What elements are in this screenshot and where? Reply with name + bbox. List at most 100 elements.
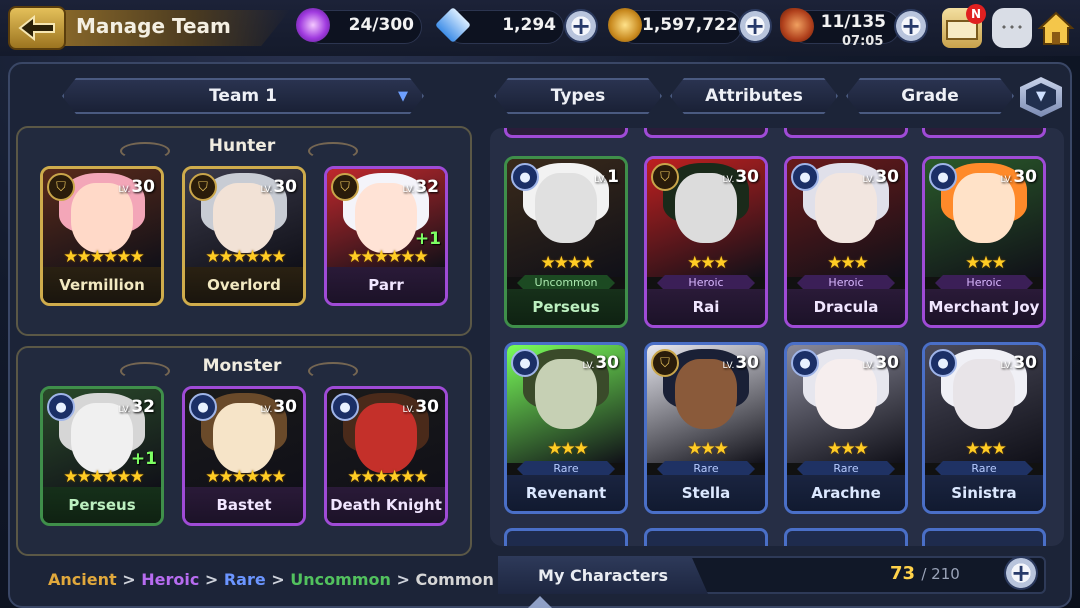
shield-icon: ⛉ [189,173,217,201]
level-value: 30 [1013,167,1037,187]
character-list-item[interactable]: ⛉ LV.30 ★★★ Heroic Rai [644,156,768,328]
filter-types-button[interactable]: Types [494,78,662,114]
add-gold-button[interactable]: + [738,9,772,43]
orb-icon: ● [47,393,75,421]
character-level: LV.1 [594,167,619,187]
character-list-item[interactable]: ● LV.30 ★★★ Rare Sinistra [922,342,1046,514]
character-list[interactable]: ● LV.1 ★★★★ Uncommon Perseus ⛉ LV.30 ★★★ Heroic R… [490,128,1064,546]
star-rating: ★★★ [965,253,1007,273]
meat-icon [780,8,814,42]
character-name: Arachne [787,475,905,511]
character-name: Perseus [507,289,625,325]
level-value: 30 [875,353,899,373]
level-value: 30 [875,167,899,187]
add-crystal-button[interactable]: + [564,9,598,43]
group-title: Hunter [208,136,276,156]
star-rating: ★★★ [827,439,869,459]
character-name: Death Knight [327,487,445,523]
level-prefix: LV. [722,175,735,185]
legend-separator: > [122,570,136,589]
character-list-item[interactable]: ⛉ LV.30 ★★★ Rare Stella [644,342,768,514]
team-slot[interactable]: ⛉ LV.30 ★★★★★★ Vermillion [40,166,164,306]
character-list-item[interactable]: ● LV.30 ★★★ Heroic Dracula [784,156,908,328]
team-slot[interactable]: ⛉ LV.32 +1 ★★★★★★ Parr [324,166,448,306]
grade-legend: Ancient > Heroic > Rare > Uncommon > Com… [48,570,494,589]
character-level: LV.30 [722,353,759,373]
back-button[interactable] [8,6,66,50]
level-prefix: LV. [260,405,273,415]
back-arrow-icon [18,15,55,41]
level-prefix: LV. [722,361,735,371]
level-prefix: LV. [862,361,875,371]
scroll-up-indicator [528,596,552,608]
meat-value: 11/135 [820,12,886,32]
filter-attributes-button[interactable]: Attributes [670,78,838,114]
legend-separator: > [271,570,285,589]
character-list-item[interactable]: ● LV.30 ★★★ Rare Revenant [504,342,628,514]
character-list-item[interactable]: ● LV.30 ★★★ Rare Arachne [784,342,908,514]
mail-badge: N [966,4,986,24]
star-rating: ★★★★★★ [347,467,428,487]
character-name: Parr [327,267,445,303]
legend-uncommon: Uncommon [290,570,391,589]
sort-down-icon: ▼ [1026,83,1056,111]
level-prefix: LV. [402,185,415,195]
manage-team-screen: Manage Team 24/300 1,294 + 1,597,722 + 1… [0,0,1080,608]
orb-icon: ● [929,349,957,377]
filter-grade-button[interactable]: Grade [846,78,1014,114]
legend-separator: > [204,570,219,589]
level-value: 32 [131,397,155,417]
plus-icon: + [900,12,922,40]
legend-separator: > [396,570,410,589]
stamina-value: 24/300 [348,15,414,35]
character-level: LV.30 [862,353,899,373]
level-prefix: LV. [1000,175,1013,185]
list-item-partial [644,128,768,138]
shield-icon: ⛉ [47,173,75,201]
filter-label: Grade [901,86,959,106]
character-count: 73 / 210 [890,563,960,584]
character-name: Sinistra [925,475,1043,511]
character-level: LV.30 [118,177,155,197]
character-name: Dracula [787,289,905,325]
level-prefix: LV. [402,405,415,415]
team-slot[interactable]: ● LV.30 ★★★★★★ Bastet [182,386,306,526]
add-meat-button[interactable]: + [894,9,928,43]
team-selector-dropdown[interactable]: Team 1 ▼ [62,78,424,114]
team-slot[interactable]: ⛉ LV.30 ★★★★★★ Overlord [182,166,306,306]
mail-icon[interactable]: N [942,4,986,48]
character-level: LV.32 [118,397,155,417]
filter-label: Attributes [705,86,803,106]
group-title: Monster [202,356,282,376]
star-rating: ★★★ [687,439,729,459]
character-list-item[interactable]: ● LV.30 ★★★ Heroic Merchant Joy [922,156,1046,328]
chat-dots-icon [1000,24,1024,30]
home-icon[interactable] [1036,8,1076,48]
expand-capacity-button[interactable]: + [1004,556,1038,590]
crystal-value: 1,294 [502,15,556,35]
level-prefix: LV. [118,405,131,415]
shield-icon: ⛉ [651,163,679,191]
chat-icon[interactable] [992,8,1032,48]
orb-icon: ● [331,393,359,421]
star-rating: ★★★ [965,439,1007,459]
chevron-down-icon: ▼ [398,88,408,104]
plus-icon: + [570,12,592,40]
level-value: 30 [735,353,759,373]
list-item-partial [644,528,768,546]
character-level: LV.30 [260,397,297,417]
list-item-partial [784,528,908,546]
team-slot[interactable]: ● LV.30 ★★★★★★ Death Knight [324,386,448,526]
character-name: Perseus [43,487,161,523]
legend-ancient: Ancient [48,570,117,589]
portrait-face [535,173,597,243]
bonus-indicator: +1 [130,449,157,469]
character-list-item[interactable]: ● LV.1 ★★★★ Uncommon Perseus [504,156,628,328]
character-name: Merchant Joy [925,289,1043,325]
star-rating: ★★★ [827,253,869,273]
level-prefix: LV. [118,185,131,195]
team-slot[interactable]: ● LV.32 +1 ★★★★★★ Perseus [40,386,164,526]
character-level: LV.30 [1000,353,1037,373]
filter-label: Types [550,86,606,106]
star-rating: ★★★ [687,253,729,273]
